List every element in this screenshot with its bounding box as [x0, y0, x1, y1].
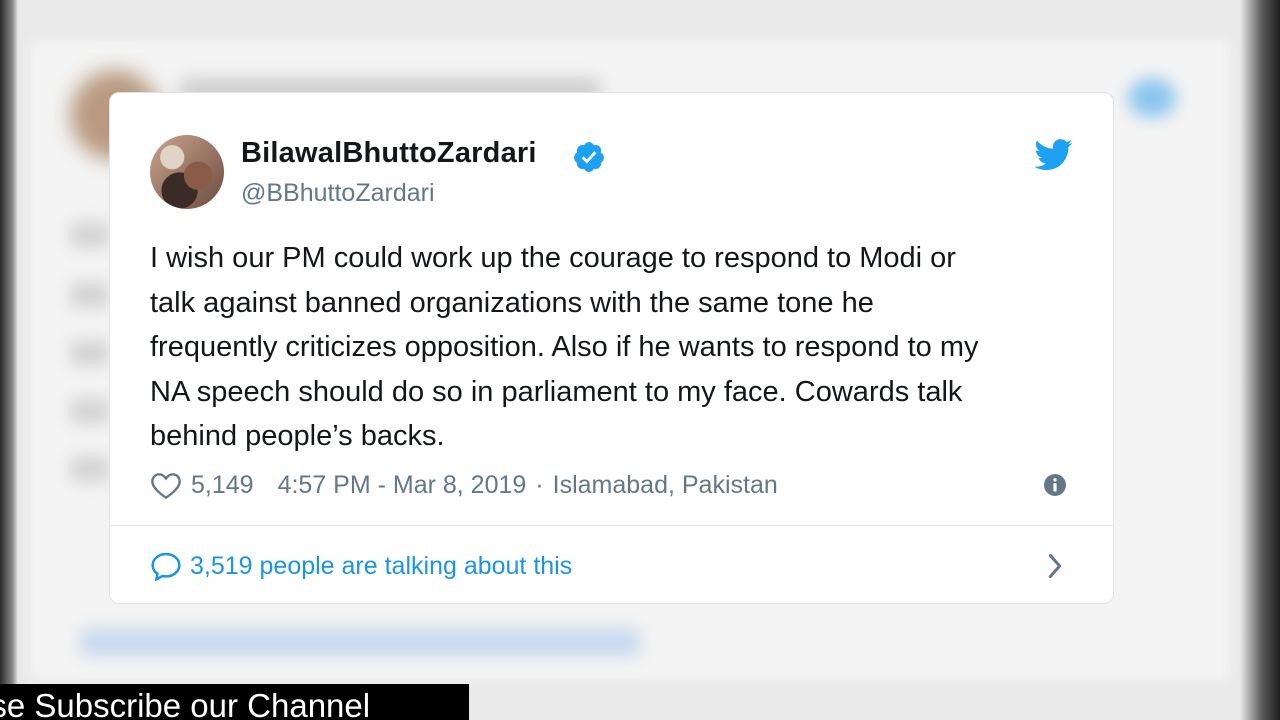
tweet-meta: 5,149 4:57 PM - Mar 8, 2019 · Islamabad,…: [150, 467, 778, 503]
talking-text: 3,519 people are talking about this: [190, 551, 573, 580]
like-count[interactable]: 5,149: [191, 471, 254, 500]
reply-bubble-icon: [151, 552, 181, 581]
info-icon[interactable]: [1043, 473, 1067, 497]
meta-separator: ·: [535, 470, 544, 499]
card-divider: [110, 525, 1113, 526]
video-edge-right: [1240, 0, 1280, 720]
tweet-text-line: behind people’s backs.: [150, 420, 445, 452]
tweet-card: BilawalBhuttoZardari @BBhuttoZardari I w…: [109, 92, 1114, 604]
tweet-text-line: NA speech should do so in parliament to …: [150, 375, 963, 408]
background-text-blur: [70, 398, 110, 424]
background-bird-blur: [1128, 78, 1176, 118]
background-text-blur: [70, 340, 110, 366]
tweet-location[interactable]: Islamabad, Pakistan: [553, 471, 778, 500]
twitter-bird-icon[interactable]: [1035, 139, 1073, 171]
avatar[interactable]: [150, 135, 224, 209]
chevron-right-icon[interactable]: [1044, 552, 1066, 580]
background-text-blur: [70, 282, 110, 308]
tweet-text-line: frequently criticizes opposition. Also i…: [150, 331, 979, 363]
tweet-timestamp[interactable]: 4:57 PM - Mar 8, 2019: [278, 471, 527, 500]
background-text-blur: [70, 222, 110, 248]
user-handle[interactable]: @BBhuttoZardari: [241, 179, 435, 208]
banner-text: ase Subscribe our Channel: [0, 687, 371, 720]
tweet-text-line: I wish our PM could work up the courage …: [150, 242, 956, 274]
video-edge-left: [0, 0, 18, 720]
subscribe-banner: ase Subscribe our Channel: [0, 684, 469, 720]
background-talking-blur: [80, 628, 640, 656]
verified-badge-icon: [574, 142, 604, 172]
display-name[interactable]: BilawalBhuttoZardari: [241, 137, 537, 170]
talking-link[interactable]: 3,519 people are talking about this: [150, 546, 572, 586]
tweet-text-line: talk against banned organizations with t…: [150, 286, 874, 319]
tweet-text: I wish our PM could work up the courage …: [150, 236, 1090, 459]
background-text-blur: [70, 456, 110, 482]
heart-icon[interactable]: [150, 470, 182, 500]
